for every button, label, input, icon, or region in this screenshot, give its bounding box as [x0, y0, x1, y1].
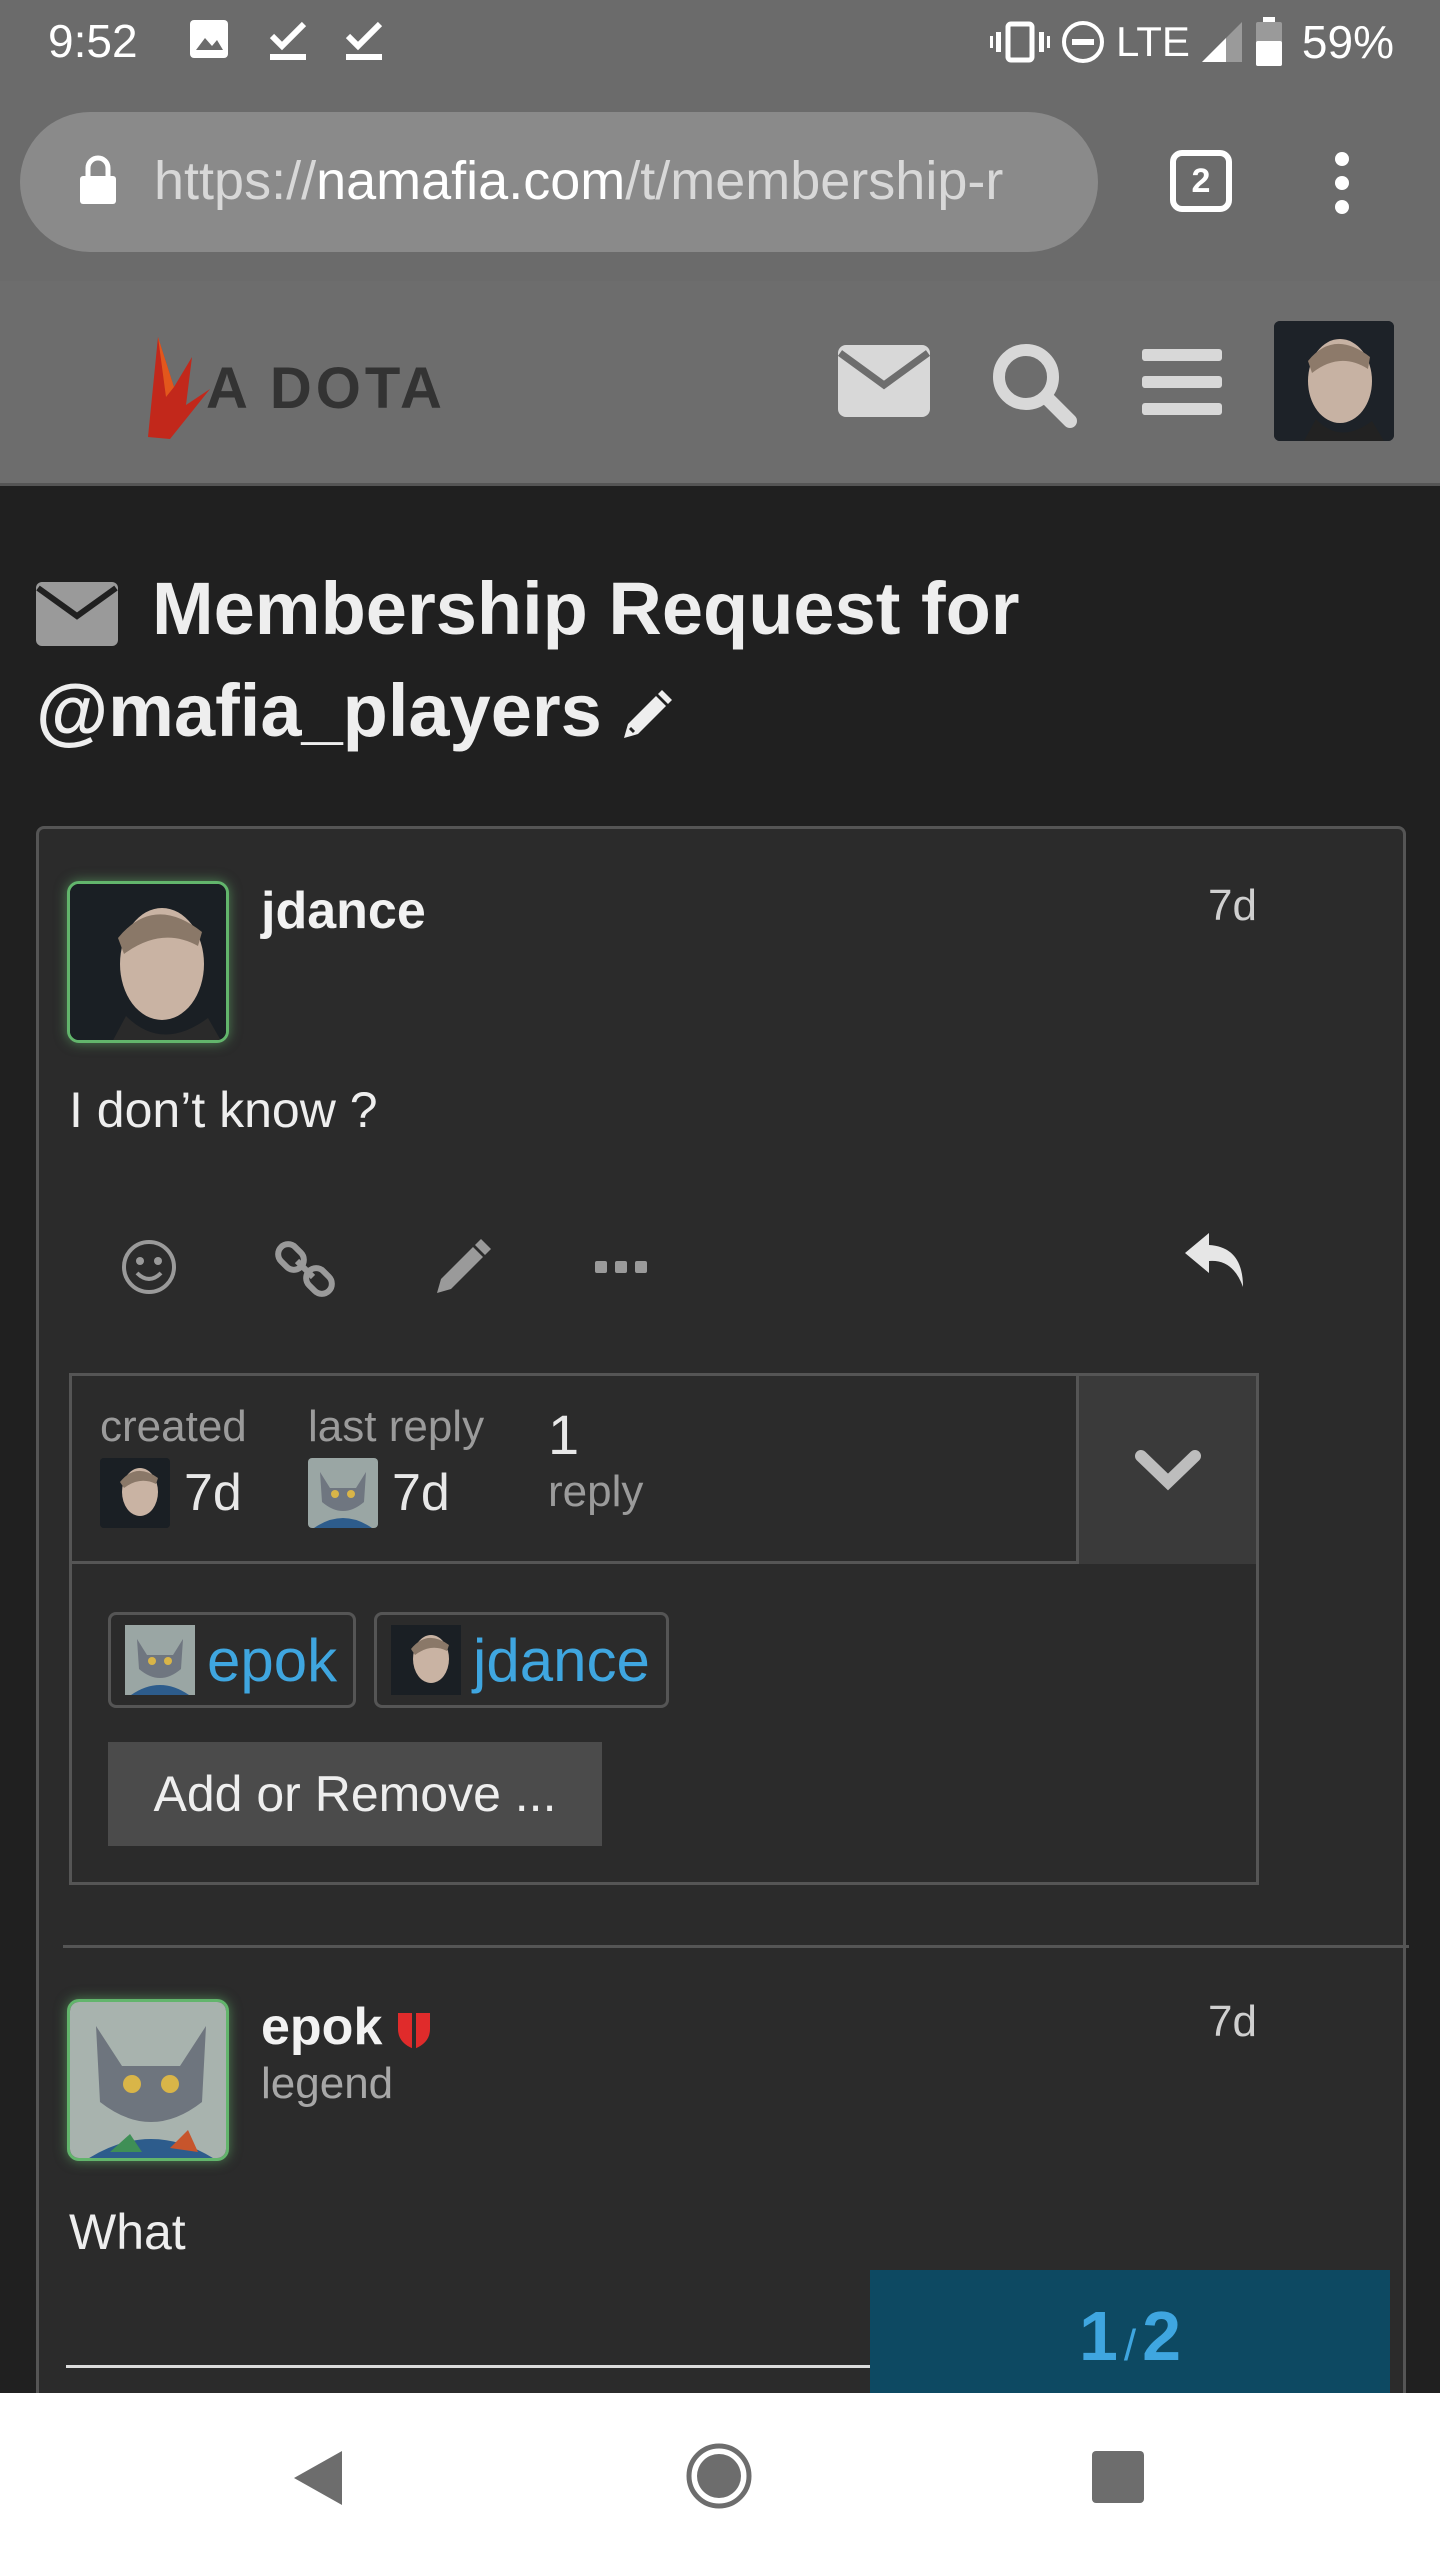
checkmark-notification-icon [269, 21, 307, 60]
post-actions [69, 1207, 1269, 1327]
vibrate-icon [990, 21, 1050, 63]
more-actions-icon[interactable] [593, 1257, 649, 1277]
site-logo[interactable]: A DOTA [140, 327, 460, 447]
post-username[interactable]: jdance [261, 881, 426, 941]
created-label: created [100, 1402, 247, 1451]
avatar-epok-image [125, 1625, 195, 1695]
timeline-current: 1 [1078, 2297, 1118, 2375]
home-icon[interactable] [686, 2443, 752, 2509]
hamburger-icon[interactable] [1142, 349, 1222, 415]
timeline-total: 2 [1142, 2297, 1182, 2375]
post-divider [63, 1945, 1409, 1948]
post-date[interactable]: 7d [1208, 881, 1257, 931]
post: jdance 7d I don’t know ? created 7d last… [39, 829, 1403, 1949]
last-reply-age: 7d [392, 1464, 450, 1522]
reply-count: 1 [548, 1403, 580, 1466]
reply-icon[interactable] [1181, 1229, 1249, 1291]
last-reply-label: last reply [308, 1402, 485, 1451]
current-user-avatar[interactable] [1274, 321, 1394, 441]
expand-topic-map-button[interactable] [1076, 1376, 1256, 1564]
participant-name: epok [207, 1626, 338, 1694]
image-notification-icon [190, 20, 228, 58]
site-header: A DOTA [0, 281, 1440, 486]
do-not-disturb-icon [1062, 21, 1104, 63]
avatar-jdance-image [1274, 321, 1394, 441]
recent-apps-icon[interactable] [1090, 2449, 1146, 2505]
post-stream: jdance 7d I don’t know ? created 7d last… [36, 826, 1409, 2476]
reply-label: reply [548, 1467, 644, 1516]
link-icon[interactable] [273, 1237, 337, 1301]
battery-percent: 59% [1301, 16, 1394, 68]
lock-icon [80, 155, 116, 204]
participant-name: jdance [473, 1626, 650, 1694]
avatar-jdance-image [70, 884, 226, 1040]
browser-menu-button[interactable] [1322, 152, 1362, 214]
participant-epok[interactable]: epok [108, 1612, 357, 1708]
created-info: created 7d [100, 1402, 247, 1528]
back-icon[interactable] [288, 2447, 346, 2509]
search-icon[interactable] [988, 339, 1078, 429]
avatar-epok-image [70, 2002, 226, 2158]
post-username-text: epok [261, 1998, 383, 2056]
url-host: namafia.com [316, 151, 626, 211]
logo-text: A DOTA [206, 356, 446, 421]
edit-title-pencil-icon[interactable] [618, 688, 674, 744]
private-message-icon [36, 582, 118, 647]
network-type: LTE [1116, 18, 1190, 65]
status-time: 9:52 [48, 15, 138, 67]
battery-icon [1255, 17, 1282, 66]
created-age: 7d [184, 1464, 242, 1522]
post-avatar[interactable] [67, 1999, 229, 2161]
created-by-avatar[interactable] [100, 1458, 170, 1528]
timeline-count: 1/2 [870, 2296, 1390, 2376]
participant-jdance[interactable]: jdance [374, 1612, 669, 1708]
edit-pencil-icon[interactable] [433, 1237, 493, 1297]
reply-count-info: 1 reply [548, 1402, 643, 1517]
like-emoji-icon[interactable] [119, 1237, 179, 1297]
signal-icon [1201, 22, 1242, 62]
add-remove-participants-button[interactable]: Add or Remove ... [108, 1742, 602, 1846]
reading-progress-line [66, 2365, 886, 2368]
post-body: What [69, 2204, 186, 2260]
topic-map-summary: created 7d last reply 7d 1 reply [72, 1376, 1256, 1564]
browser-toolbar: https://namafia.com/t/membership-r 2 [0, 86, 1440, 281]
topic-title-text: Membership Request for @mafia_players [36, 567, 1020, 752]
last-reply-info: last reply 7d [308, 1402, 484, 1528]
post-user-title: legend [261, 2059, 394, 2108]
post-date[interactable]: 7d [1208, 1997, 1257, 2047]
avatar-epok-image [308, 1458, 378, 1528]
android-navigation-bar [0, 2393, 1440, 2560]
last-reply-avatar[interactable] [308, 1458, 378, 1528]
topic-map: created 7d last reply 7d 1 reply epok jd… [69, 1373, 1259, 1885]
url-bar[interactable]: https://namafia.com/t/membership-r [20, 112, 1098, 252]
post-body: I don’t know ? [69, 1082, 378, 1138]
moderator-shield-icon [398, 2013, 431, 2050]
topic-title: Membership Request for @mafia_players [36, 558, 1396, 762]
url-path: /t/membership-r [625, 151, 1004, 211]
post-username[interactable]: epok [261, 1997, 432, 2057]
url-scheme: https:// [154, 151, 317, 211]
avatar-jdance-image [100, 1458, 170, 1528]
avatar-jdance-image [391, 1625, 461, 1695]
tab-switcher-button[interactable]: 2 [1170, 150, 1232, 212]
chevron-down-icon [1134, 1450, 1201, 1491]
status-right-group: LTE 59% [990, 14, 1394, 70]
android-status-bar: 9:52 LTE 59% [0, 0, 1440, 86]
timeline-separator: / [1123, 2321, 1137, 2370]
post-avatar[interactable] [67, 881, 229, 1043]
envelope-icon[interactable] [836, 343, 932, 419]
checkmark-notification-icon [345, 21, 383, 60]
url-text[interactable]: https://namafia.com/t/membership-r [154, 150, 1003, 212]
